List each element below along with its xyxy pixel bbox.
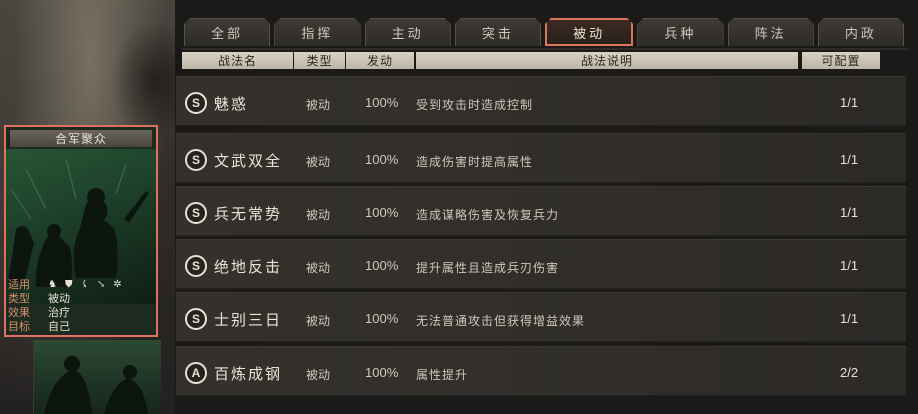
grade-badge: S — [185, 202, 207, 224]
skill-count: 1/1 — [840, 258, 859, 273]
card-target-value: 自己 — [48, 320, 70, 333]
skill-rate: 100% — [365, 205, 399, 220]
skill-description: 受到攻击时造成控制 — [416, 98, 534, 112]
tab-1[interactable]: 指挥 — [274, 18, 360, 46]
grade-badge: S — [185, 255, 207, 277]
tab-6[interactable]: 阵法 — [728, 18, 814, 46]
cavalry-icon: ♞ — [48, 278, 57, 290]
skill-name: 魅惑 — [214, 95, 249, 113]
skill-count: 1/1 — [840, 205, 859, 220]
skill-name: 士别三日 — [214, 311, 283, 329]
col-header-count[interactable]: 可配置 — [802, 52, 880, 69]
skill-type: 被动 — [306, 208, 331, 222]
tab-3[interactable]: 突击 — [455, 18, 541, 46]
shield-icon: ⛊ — [64, 278, 73, 290]
skill-count: 1/1 — [840, 95, 859, 110]
grade-badge: A — [185, 362, 207, 384]
tab-2[interactable]: 主动 — [365, 18, 451, 46]
card-info: 适用 ♞ ⛊ ⤹ ↘ ✲ 类型 被动 效果 治疗 目标 自己 — [8, 277, 154, 333]
table-row[interactable]: S 文武双全 被动 100% 造成伤害时提高属性 1/1 — [176, 133, 906, 183]
skill-count: 1/1 — [840, 152, 859, 167]
spear-icon: ↘ — [96, 278, 106, 290]
bow-icon: ⤹ — [80, 278, 89, 290]
card-type-row: 类型 被动 — [8, 291, 154, 305]
skill-type: 被动 — [306, 314, 331, 328]
col-header-rate[interactable]: 发动 — [346, 52, 414, 69]
skill-rate: 100% — [365, 152, 399, 167]
skill-name: 兵无常势 — [214, 205, 283, 223]
card-applicable-row: 适用 ♞ ⛊ ⤹ ↘ ✲ — [8, 277, 154, 291]
grade-badge: S — [185, 308, 207, 330]
skill-card-partial[interactable] — [33, 340, 161, 414]
table-row[interactable]: S 兵无常势 被动 100% 造成谋略伤害及恢复兵力 1/1 — [176, 186, 906, 236]
skill-rate: 100% — [365, 258, 399, 273]
wheel-icon: ✲ — [113, 278, 122, 290]
col-header-type[interactable]: 类型 — [294, 52, 345, 69]
card-effect-row: 效果 治疗 — [8, 305, 154, 319]
skill-type: 被动 — [306, 155, 331, 169]
skill-description: 造成谋略伤害及恢复兵力 — [416, 208, 560, 222]
card-title: 合军聚众 — [10, 130, 152, 147]
card-partial-silhouette — [44, 356, 148, 414]
table-row[interactable]: A 百炼成钢 被动 100% 属性提升 2/2 — [176, 346, 906, 396]
skill-name: 文武双全 — [214, 152, 283, 170]
tab-divider — [182, 48, 908, 50]
skill-type: 被动 — [306, 261, 331, 275]
table-row[interactable]: S 绝地反击 被动 100% 提升属性且造成兵刃伤害 1/1 — [176, 239, 906, 289]
skill-type: 被动 — [306, 368, 331, 382]
col-header-desc: 战法说明 — [416, 52, 798, 69]
skill-description: 造成伤害时提高属性 — [416, 155, 534, 169]
column-headers: 战法名 类型 发动 战法说明 可配置 — [182, 52, 902, 69]
table-row[interactable]: S 魅惑 被动 100% 受到攻击时造成控制 1/1 — [176, 76, 906, 126]
table-row[interactable]: S 士别三日 被动 100% 无法普通攻击但获得增益效果 1/1 — [176, 292, 906, 342]
grade-badge: S — [185, 92, 207, 114]
skill-description: 属性提升 — [416, 368, 469, 382]
tab-0[interactable]: 全部 — [184, 18, 270, 46]
grade-badge: S — [185, 149, 207, 171]
card-target-row: 目标 自己 — [8, 319, 154, 333]
card-target-label: 目标 — [8, 320, 30, 333]
skill-card[interactable]: 合军聚众 适用 ♞ ⛊ ⤹ ↘ ✲ 类型 被动 效果 治疗 目标 自己 — [4, 125, 158, 337]
category-tabs: 全部 指挥 主动 突击 被动 兵种 阵法 内政 — [184, 18, 904, 48]
skill-count: 2/2 — [840, 365, 859, 380]
skill-name: 绝地反击 — [214, 258, 283, 276]
skill-count: 1/1 — [840, 311, 859, 326]
skill-description: 无法普通攻击但获得增益效果 — [416, 314, 586, 328]
troop-type-icons: ♞ ⛊ ⤹ ↘ ✲ — [48, 279, 122, 290]
skill-rate: 100% — [365, 95, 399, 110]
skill-description: 提升属性且造成兵刃伤害 — [416, 261, 560, 275]
tab-5[interactable]: 兵种 — [637, 18, 723, 46]
col-header-name[interactable]: 战法名 — [182, 52, 293, 69]
skill-name: 百炼成钢 — [214, 365, 283, 383]
skill-rate: 100% — [365, 365, 399, 380]
skill-type: 被动 — [306, 98, 331, 112]
skill-rate: 100% — [365, 311, 399, 326]
tab-7[interactable]: 内政 — [818, 18, 904, 46]
tab-4[interactable]: 被动 — [545, 18, 633, 46]
